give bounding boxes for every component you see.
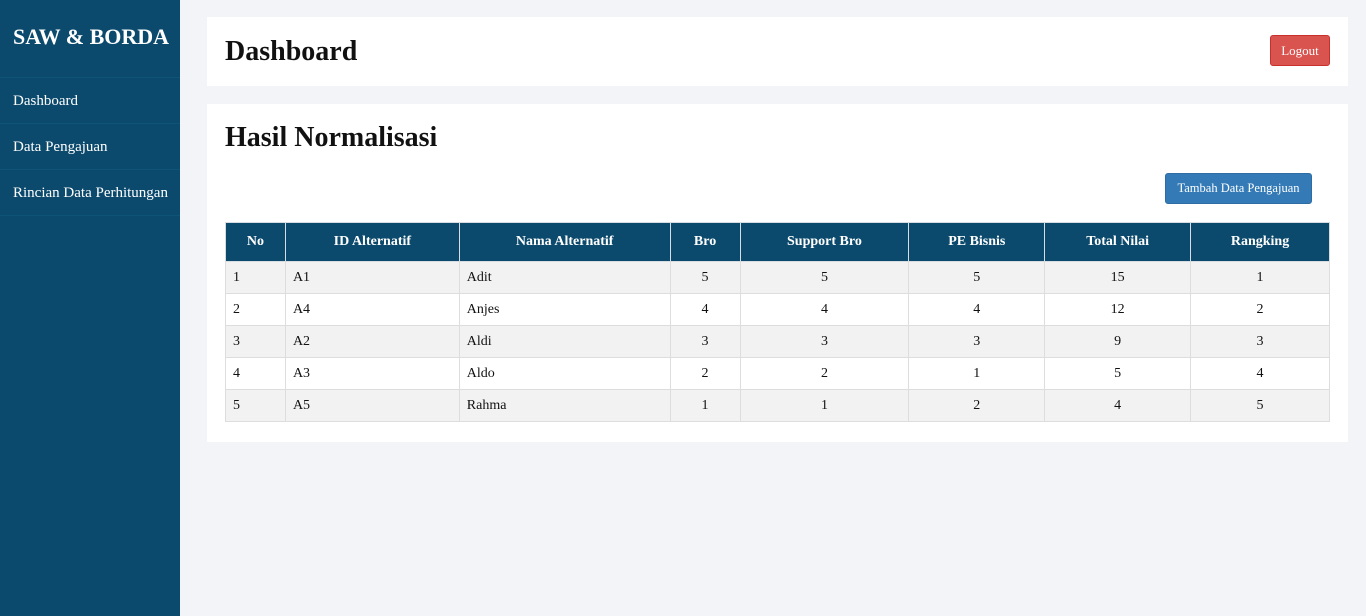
table-cell: 4	[669, 293, 741, 326]
table-cell: 1	[1190, 261, 1330, 294]
table-row: 3 A2 Aldi 3 3 3 9 3	[225, 325, 1330, 358]
table-cell: Aldo	[458, 357, 671, 390]
content-card: Hasil Normalisasi Tambah Data Pengajuan …	[207, 104, 1348, 442]
table-cell: 12	[1044, 293, 1192, 326]
table-cell: 1	[225, 261, 286, 294]
column-header: Bro	[669, 222, 741, 262]
table-row: 4 A3 Aldo 2 2 1 5 4	[225, 357, 1330, 390]
table-cell: 3	[225, 325, 286, 358]
sidebar-item-dashboard[interactable]: Dashboard	[0, 78, 180, 124]
logout-button[interactable]: Logout	[1270, 35, 1330, 66]
page-title: Dashboard	[225, 36, 358, 67]
table-cell: A5	[284, 389, 460, 422]
table-cell: A2	[284, 325, 460, 358]
sidebar-item-data-pengajuan[interactable]: Data Pengajuan	[0, 124, 180, 170]
sidebar-item-rincian-data-perhitungan[interactable]: Rincian Data Perhitungan	[0, 170, 180, 216]
brand-title: SAW & BORDA	[0, 0, 180, 78]
table-row: 1 A1 Adit 5 5 5 15 1	[225, 261, 1330, 294]
table-cell: 5	[739, 261, 910, 294]
table-cell: 15	[1044, 261, 1192, 294]
table-cell: Adit	[458, 261, 671, 294]
table-cell: 1	[669, 389, 741, 422]
add-pengajuan-button[interactable]: Tambah Data Pengajuan	[1165, 173, 1312, 204]
table-cell: 2	[908, 389, 1046, 422]
table-cell: 3	[908, 325, 1046, 358]
table-cell: 3	[669, 325, 741, 358]
table-cell: 4	[908, 293, 1046, 326]
table-cell: 5	[225, 389, 286, 422]
table-cell: Aldi	[458, 325, 671, 358]
table-cell: 2	[225, 293, 286, 326]
result-table: No ID Alternatif Nama Alternatif Bro Sup…	[225, 222, 1330, 422]
column-header: Nama Alternatif	[458, 222, 671, 262]
table-cell: Anjes	[458, 293, 671, 326]
table-cell: 5	[1190, 389, 1330, 422]
column-header: ID Alternatif	[284, 222, 460, 262]
table-cell: A4	[284, 293, 460, 326]
table-cell: 4	[225, 357, 286, 390]
column-header: Total Nilai	[1044, 222, 1192, 262]
table-cell: A1	[284, 261, 460, 294]
table-cell: Rahma	[458, 389, 671, 422]
header-card: Dashboard Logout	[207, 17, 1348, 86]
column-header: No	[225, 222, 286, 262]
table-cell: 2	[669, 357, 741, 390]
table-cell: 1	[908, 357, 1046, 390]
sidebar: SAW & BORDA Dashboard Data Pengajuan Rin…	[0, 0, 180, 616]
table-cell: 9	[1044, 325, 1192, 358]
table-cell: 4	[1190, 357, 1330, 390]
column-header: PE Bisnis	[908, 222, 1046, 262]
table-cell: 2	[1190, 293, 1330, 326]
section-title: Hasil Normalisasi	[225, 122, 438, 153]
table-cell: 4	[739, 293, 910, 326]
table-cell: 1	[739, 389, 910, 422]
table-header-row: No ID Alternatif Nama Alternatif Bro Sup…	[225, 222, 1330, 262]
table-cell: A3	[284, 357, 460, 390]
table-cell: 4	[1044, 389, 1192, 422]
column-header: Rangking	[1190, 222, 1330, 262]
table-cell: 5	[908, 261, 1046, 294]
table-cell: 3	[1190, 325, 1330, 358]
table-cell: 5	[669, 261, 741, 294]
table-cell: 5	[1044, 357, 1192, 390]
column-header: Support Bro	[739, 222, 910, 262]
table-cell: 3	[739, 325, 910, 358]
table-row: 5 A5 Rahma 1 1 2 4 5	[225, 389, 1330, 422]
table-row: 2 A4 Anjes 4 4 4 12 2	[225, 293, 1330, 326]
table-cell: 2	[739, 357, 910, 390]
